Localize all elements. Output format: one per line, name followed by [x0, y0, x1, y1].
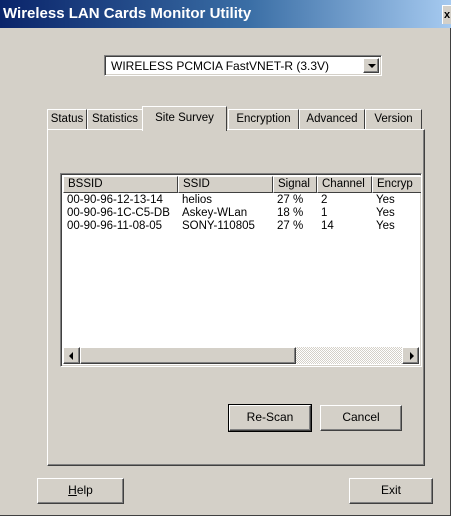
tab-encryption[interactable]: Encryption — [228, 109, 299, 129]
close-icon: x — [444, 9, 451, 21]
column-header-channel[interactable]: Channel — [317, 176, 372, 193]
cell-encryption: Yes — [376, 207, 395, 219]
exit-button[interactable]: Exit — [349, 478, 433, 504]
column-header-signal[interactable]: Signal — [273, 176, 317, 193]
adapter-select[interactable]: WIRELESS PCMCIA FastVNET-R (3.3V) — [104, 55, 382, 76]
rescan-button[interactable]: Re-Scan — [228, 404, 312, 432]
title-bar[interactable]: Wireless LAN Cards Monitor Utility x — [0, 0, 451, 28]
cell-bssid: 00-90-96-1C-C5-DB — [67, 207, 170, 219]
tab-version[interactable]: Version — [365, 109, 422, 129]
arrow-right-icon — [410, 352, 414, 360]
cell-bssid: 00-90-96-12-13-14 — [67, 194, 163, 206]
cell-channel: 14 — [321, 220, 334, 232]
list-item[interactable]: 00-90-96-12-13-14 helios 27 % 2 Yes — [63, 194, 419, 207]
site-survey-list[interactable]: BSSID SSID Signal Channel Encryp 00-90-9… — [60, 173, 422, 367]
cell-channel: 2 — [321, 194, 328, 206]
column-header-ssid[interactable]: SSID — [178, 176, 273, 193]
cell-encryption: Yes — [376, 220, 395, 232]
cancel-button[interactable]: Cancel — [320, 405, 402, 431]
adapter-select-value: WIRELESS PCMCIA FastVNET-R (3.3V) — [111, 59, 330, 73]
scroll-thumb[interactable] — [80, 347, 296, 364]
cell-ssid: SONY-110805 — [182, 220, 255, 232]
scroll-left-button[interactable] — [63, 347, 80, 364]
help-label: elp — [76, 483, 93, 497]
list-item[interactable]: 00-90-96-11-08-05 SONY-110805 27 % 14 Ye… — [63, 220, 419, 233]
cell-signal: 27 % — [277, 220, 304, 232]
tab-strip: Status Statistics Site Survey Encryption… — [47, 106, 425, 131]
list-item[interactable]: 00-90-96-1C-C5-DB Askey-WLan 18 % 1 Yes — [63, 207, 419, 220]
scroll-right-button[interactable] — [402, 347, 419, 364]
cell-signal: 27 % — [277, 194, 304, 206]
column-header-encryption[interactable]: Encryp — [372, 176, 421, 193]
main-window: Wireless LAN Cards Monitor Utility x WIR… — [0, 0, 451, 516]
column-header-bssid[interactable]: BSSID — [63, 176, 178, 193]
tab-status[interactable]: Status — [47, 109, 87, 129]
close-button[interactable]: x — [442, 5, 451, 24]
tab-statistics[interactable]: Statistics — [87, 109, 143, 129]
horizontal-scrollbar[interactable] — [63, 347, 419, 364]
arrow-left-icon — [69, 352, 73, 360]
help-mnemonic: H — [68, 483, 77, 497]
tab-site-survey[interactable]: Site Survey — [142, 106, 227, 131]
cell-bssid: 00-90-96-11-08-05 — [67, 220, 163, 232]
list-header: BSSID SSID Signal Channel Encryp — [63, 176, 421, 193]
cell-ssid: helios — [182, 194, 213, 206]
cell-channel: 1 — [321, 207, 328, 219]
cell-signal: 18 % — [277, 207, 304, 219]
list-body: 00-90-96-12-13-14 helios 27 % 2 Yes 00-9… — [63, 194, 419, 233]
cell-encryption: Yes — [376, 194, 395, 206]
window-title: Wireless LAN Cards Monitor Utility — [3, 5, 252, 22]
chevron-down-icon — [368, 64, 376, 68]
tab-advanced[interactable]: Advanced — [299, 109, 365, 129]
help-button[interactable]: Help — [37, 478, 124, 504]
adapter-select-dropdown-button[interactable] — [363, 58, 379, 73]
cell-ssid: Askey-WLan — [182, 207, 248, 219]
